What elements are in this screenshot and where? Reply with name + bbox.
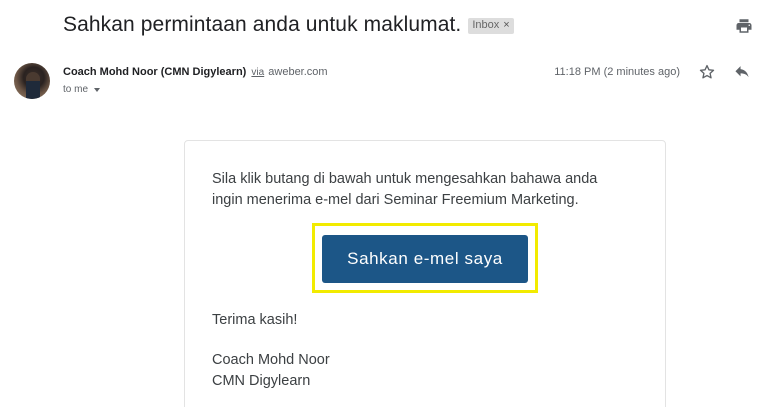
remove-label-icon[interactable]: × [503, 19, 509, 32]
message-intro: Sila klik butang di bawah untuk mengesah… [212, 171, 598, 208]
message-card: Sila klik butang di bawah untuk mengesah… [184, 140, 666, 407]
via-link[interactable]: via [251, 67, 264, 78]
avatar[interactable] [14, 63, 50, 99]
subject-row: Sahkan permintaan anda untuk maklumat. I… [63, 13, 514, 37]
email-subject: Sahkan permintaan anda untuk maklumat. [63, 13, 462, 36]
star-icon[interactable] [698, 63, 716, 81]
reply-icon[interactable] [733, 64, 751, 80]
signature-company: CMN Digylearn [212, 373, 311, 389]
avatar-photo [26, 72, 40, 99]
message-thanks: Terima kasih! [212, 312, 298, 328]
inbox-label-text: Inbox [472, 19, 500, 31]
sender-name[interactable]: Coach Mohd Noor (CMN Digylearn) [63, 66, 246, 78]
via-domain: aweber.com [268, 66, 328, 78]
chevron-down-icon [94, 87, 101, 92]
inbox-label-chip[interactable]: Inbox × [468, 18, 514, 34]
recipient-label: to me [63, 84, 89, 95]
email-timestamp: 11:18 PM (2 minutes ago) [554, 66, 680, 78]
print-icon[interactable] [735, 17, 753, 35]
sender-line: Coach Mohd Noor (CMN Digylearn) via aweb… [63, 66, 328, 78]
signature-name: Coach Mohd Noor [212, 352, 330, 368]
confirm-email-button[interactable]: Sahkan e-mel saya [322, 235, 528, 283]
email-view: Sahkan permintaan anda untuk maklumat. I… [0, 0, 768, 407]
recipient-details-toggle[interactable]: to me [63, 84, 101, 95]
